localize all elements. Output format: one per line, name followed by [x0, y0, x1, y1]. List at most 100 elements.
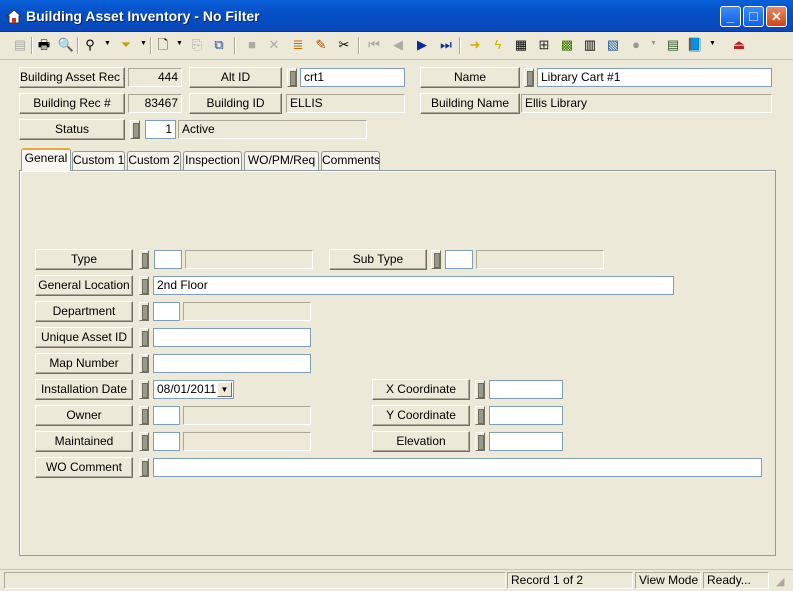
- previous-record-icon[interactable]: ◀: [389, 36, 407, 54]
- status-code-input[interactable]: 1: [145, 120, 176, 139]
- book-icon[interactable]: 📘: [686, 36, 704, 54]
- sub-type-indicator: [431, 250, 441, 269]
- department-label[interactable]: Department: [35, 301, 133, 322]
- building-name-label[interactable]: Building Name: [420, 93, 520, 114]
- chart-icon[interactable]: ▦: [512, 36, 530, 54]
- jump-icon[interactable]: ➜: [466, 36, 484, 54]
- exit-icon[interactable]: ⏏: [730, 36, 748, 54]
- installation-date-picker[interactable]: 08/01/2011 ▼: [153, 380, 234, 399]
- tab-custom-1[interactable]: Custom 1: [72, 151, 125, 170]
- general-location-input[interactable]: 2nd Floor: [153, 276, 674, 295]
- owner-code-input[interactable]: [153, 406, 180, 425]
- calculator-icon[interactable]: ▥: [581, 36, 599, 54]
- stack-icon[interactable]: ≣: [289, 36, 307, 54]
- name-input[interactable]: Library Cart #1: [537, 68, 772, 87]
- y-coordinate-input[interactable]: [489, 406, 563, 425]
- elevation-input[interactable]: [489, 432, 563, 451]
- owner-description: [183, 406, 311, 425]
- tab-custom-2[interactable]: Custom 2: [127, 151, 181, 170]
- title-bar[interactable]: Building Asset Inventory - No Filter _ □…: [0, 0, 793, 32]
- sub-type-description: [476, 250, 604, 269]
- general-location-label[interactable]: General Location: [35, 275, 133, 296]
- resize-grip-icon[interactable]: ◢: [776, 575, 784, 588]
- save-icon[interactable]: ▤: [11, 36, 29, 54]
- name-label[interactable]: Name: [420, 67, 520, 88]
- sub-type-code-input[interactable]: [445, 250, 473, 269]
- copy-record-icon[interactable]: ⎘: [188, 36, 206, 54]
- sub-type-label[interactable]: Sub Type: [329, 249, 427, 270]
- alt-id-input[interactable]: crt1: [300, 68, 405, 87]
- y-coordinate-label[interactable]: Y Coordinate: [372, 405, 470, 426]
- unique-asset-id-label[interactable]: Unique Asset ID: [35, 327, 133, 348]
- building-rec-label[interactable]: Building Rec #: [19, 93, 125, 114]
- name-indicator: [524, 68, 534, 87]
- tab-comments[interactable]: Comments: [321, 151, 380, 170]
- elevation-indicator: [475, 432, 485, 451]
- find-dropdown-icon[interactable]: ▼: [104, 40, 111, 47]
- chevron-down-icon[interactable]: ▼: [217, 382, 232, 397]
- tab-inspection[interactable]: Inspection: [183, 151, 242, 170]
- spreadsheet-icon[interactable]: ▤: [664, 36, 682, 54]
- cut-icon[interactable]: ✂: [335, 36, 353, 54]
- wo-comment-label[interactable]: WO Comment: [35, 457, 133, 478]
- next-record-icon[interactable]: ▶: [413, 36, 431, 54]
- stop-icon[interactable]: ■: [243, 36, 261, 54]
- map-number-indicator: [139, 354, 149, 373]
- record-counter: Record 1 of 2: [507, 572, 633, 589]
- status-value: Active: [178, 120, 367, 139]
- wo-comment-indicator: [139, 458, 149, 477]
- toolbar-separator: [31, 37, 33, 54]
- lightning-icon[interactable]: ϟ: [489, 36, 507, 54]
- unique-asset-id-input[interactable]: [153, 328, 311, 347]
- new-record-dropdown-icon[interactable]: ▼: [176, 40, 183, 47]
- new-record-icon[interactable]: 🗋: [154, 36, 172, 54]
- x-coordinate-indicator: [475, 380, 485, 399]
- find-icon[interactable]: ⚲: [81, 36, 99, 54]
- delete-icon[interactable]: ✕: [265, 36, 283, 54]
- elevation-label[interactable]: Elevation: [372, 431, 470, 452]
- ready-indicator: Ready...: [703, 572, 769, 589]
- toolbar-separator: [459, 37, 461, 54]
- maintained-code-input[interactable]: [153, 432, 180, 451]
- status-label[interactable]: Status: [19, 119, 125, 140]
- print-preview-icon[interactable]: 🔍: [57, 36, 75, 54]
- department-code-input[interactable]: [153, 302, 180, 321]
- maintained-label[interactable]: Maintained: [35, 431, 133, 452]
- installation-date-indicator: [139, 380, 149, 399]
- type-code-input[interactable]: [154, 250, 182, 269]
- globe-dropdown-icon[interactable]: ▼: [650, 40, 657, 47]
- owner-label[interactable]: Owner: [35, 405, 133, 426]
- minimize-button[interactable]: _: [720, 6, 741, 27]
- map-number-label[interactable]: Map Number: [35, 353, 133, 374]
- map-icon[interactable]: ▩: [558, 36, 576, 54]
- toolbar-separator: [77, 37, 79, 54]
- installation-date-label[interactable]: Installation Date: [35, 379, 133, 400]
- globe-icon[interactable]: ●: [627, 36, 645, 54]
- last-record-icon[interactable]: ⏭: [437, 36, 455, 54]
- first-record-icon[interactable]: ⏮: [365, 36, 383, 54]
- alt-id-label[interactable]: Alt ID: [189, 67, 282, 88]
- building-asset-rec-label[interactable]: Building Asset Rec #: [19, 67, 125, 88]
- attach-icon[interactable]: ⧉: [210, 36, 228, 54]
- alt-id-indicator: [287, 68, 297, 87]
- x-coordinate-input[interactable]: [489, 380, 563, 399]
- tab-general[interactable]: General: [21, 148, 71, 171]
- building-rec-value: 83467: [128, 94, 182, 113]
- report-icon[interactable]: ▧: [604, 36, 622, 54]
- edit-icon[interactable]: ✎: [312, 36, 330, 54]
- map-number-input[interactable]: [153, 354, 311, 373]
- type-label[interactable]: Type: [35, 249, 133, 270]
- close-button[interactable]: ✕: [766, 6, 787, 27]
- tab-wo-pm-req[interactable]: WO/PM/Req: [244, 151, 319, 170]
- x-coordinate-label[interactable]: X Coordinate: [372, 379, 470, 400]
- wo-comment-input[interactable]: [153, 458, 762, 477]
- building-id-value: ELLIS: [286, 94, 405, 113]
- maintained-indicator: [139, 432, 149, 451]
- book-dropdown-icon[interactable]: ▼: [709, 40, 716, 47]
- print-icon[interactable]: 🖶: [35, 36, 53, 54]
- filter-dropdown-icon[interactable]: ▼: [140, 40, 147, 47]
- filter-icon[interactable]: ⏷: [117, 36, 135, 54]
- maximize-button[interactable]: □: [743, 6, 764, 27]
- org-chart-icon[interactable]: ⊞: [535, 36, 553, 54]
- building-id-label[interactable]: Building ID: [189, 93, 282, 114]
